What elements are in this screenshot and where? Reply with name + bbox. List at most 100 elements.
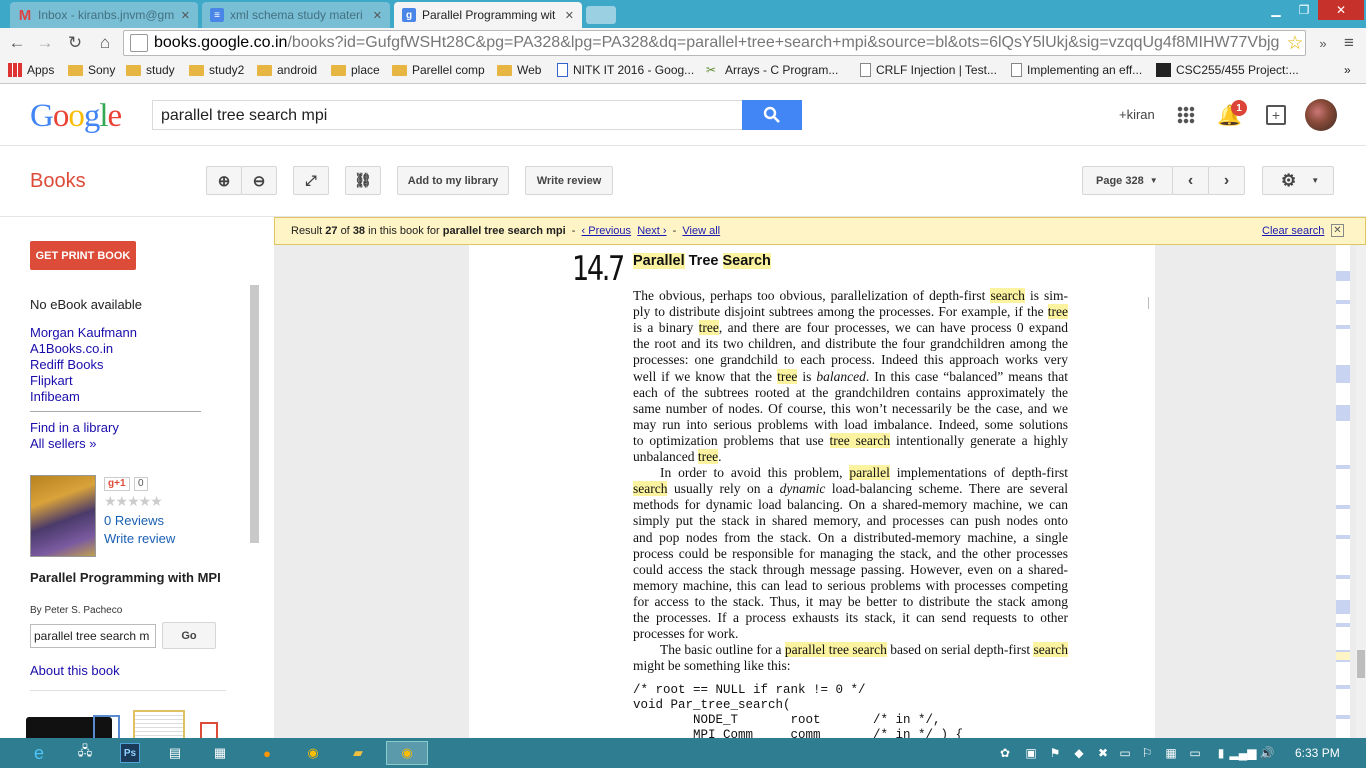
page-marker xyxy=(1336,325,1350,329)
view-all-link[interactable]: View all xyxy=(682,225,720,237)
next-result-link[interactable]: Next › xyxy=(637,225,666,237)
apps-grid-icon[interactable] xyxy=(1177,106,1195,124)
book-cover-thumbnail[interactable] xyxy=(30,475,96,557)
search-button[interactable] xyxy=(742,100,802,130)
home-icon[interactable]: ⌂ xyxy=(94,32,116,54)
add-to-library-button[interactable]: Add to my library xyxy=(397,166,509,195)
reviews-link[interactable]: 0 Reviews xyxy=(104,513,164,529)
text-segment: is sim- xyxy=(1024,288,1068,303)
chrome-active-icon[interactable]: ◉ xyxy=(386,741,428,765)
tab-parallel-programming[interactable]: g Parallel Programming wit ✕ xyxy=(394,2,582,28)
page-select-dropdown[interactable]: Page 328 ▼ xyxy=(1082,166,1173,195)
zoom-out-button[interactable]: ⊖ xyxy=(241,166,277,195)
avatar[interactable] xyxy=(1305,99,1337,131)
zoom-in-button[interactable]: ⊕ xyxy=(206,166,242,195)
firefox-icon[interactable]: ● xyxy=(252,741,282,765)
menu-icon[interactable]: ≡ xyxy=(1338,32,1360,54)
related-book-thumbnail[interactable] xyxy=(133,710,185,738)
close-window-icon[interactable]: ✕ xyxy=(1318,0,1364,20)
search-input[interactable]: parallel tree search mpi xyxy=(152,100,743,130)
bookmark-folder-android[interactable]: android xyxy=(257,63,317,77)
seller-link[interactable]: A1Books.co.in xyxy=(30,341,137,357)
go-button[interactable]: Go xyxy=(162,622,216,649)
text-segment: . In this case “balanced” means that xyxy=(865,368,1068,384)
photoshop-icon[interactable]: Ps xyxy=(120,743,140,763)
forward-arrow-icon[interactable]: → xyxy=(34,32,56,54)
more-bookmarks-chevron-icon[interactable]: » xyxy=(1344,63,1351,77)
bookmark-folder-parellel-comp[interactable]: Parellel comp xyxy=(392,63,485,77)
bookmark-csc255[interactable]: CSC255/455 Project:... xyxy=(1156,63,1299,77)
tab-docs[interactable]: ≡ xml schema study materi ✕ xyxy=(202,2,390,28)
bookmark-folder-sony[interactable]: Sony xyxy=(68,63,115,77)
google-logo[interactable]: Google xyxy=(30,98,122,135)
search-in-book-input[interactable]: parallel tree search m xyxy=(30,624,156,648)
bookmark-folder-web[interactable]: Web xyxy=(497,63,541,77)
previous-result-link[interactable]: ‹ Previous xyxy=(582,225,632,237)
stats-app-icon[interactable]: ▤ xyxy=(160,741,190,765)
bookmark-folder-study2[interactable]: study2 xyxy=(189,63,244,77)
new-tab-button[interactable] xyxy=(586,6,616,24)
bookmark-folder-place[interactable]: place xyxy=(331,63,380,77)
fullscreen-button[interactable]: ⤢ xyxy=(293,166,329,195)
close-icon[interactable]: ✕ xyxy=(1331,224,1344,237)
tab-title: Parallel Programming wit xyxy=(422,8,556,22)
settings-button[interactable]: ⚙ ▼ xyxy=(1262,166,1334,195)
page-text-line: processes: one grandchild to each proces… xyxy=(633,352,1068,368)
text-segment: to optimization problems that use xyxy=(633,432,830,448)
about-this-book-link[interactable]: About this book xyxy=(30,663,120,679)
books-title[interactable]: Books xyxy=(30,170,86,193)
chrome-icon[interactable]: ◉ xyxy=(298,741,328,765)
text-segment: unbalanced xyxy=(633,449,698,464)
gplus-button[interactable]: g+1 xyxy=(104,477,130,491)
write-review-button[interactable]: Write review xyxy=(525,166,613,195)
seller-link[interactable]: Rediff Books xyxy=(30,357,137,373)
back-arrow-icon[interactable]: ← xyxy=(6,32,28,54)
related-book-thumbnail[interactable] xyxy=(200,722,218,738)
close-tab-icon[interactable]: ✕ xyxy=(565,9,574,22)
bookmark-implementing[interactable]: Implementing an eff... xyxy=(1011,63,1142,77)
page-text-line: well if we know that the tree is balance… xyxy=(633,368,1068,385)
bookmark-nitk[interactable]: NITK IT 2016 - Goog... xyxy=(557,63,694,77)
file-explorer-icon[interactable]: ▰ xyxy=(343,741,373,765)
text-segment: is a binary xyxy=(633,320,699,336)
bookmark-folder-study[interactable]: study xyxy=(126,63,175,77)
restore-icon[interactable]: ❐ xyxy=(1290,0,1318,20)
office-icon[interactable]: ▦ xyxy=(205,741,235,765)
seller-link[interactable]: Infibeam xyxy=(30,389,137,405)
close-tab-icon[interactable]: ✕ xyxy=(373,9,382,22)
minimize-icon[interactable]: ▁ xyxy=(1262,0,1290,20)
search-result-bar: Result 27 of 38 in this book for paralle… xyxy=(274,217,1366,245)
address-bar[interactable]: books.google.co.in/books?id=GufgfWSHt28C… xyxy=(123,30,1306,56)
next-page-button[interactable]: › xyxy=(1208,166,1245,195)
extensions-chevron-icon[interactable]: » xyxy=(1312,32,1334,54)
main-scroll-thumb[interactable] xyxy=(1357,650,1365,678)
clear-search-link[interactable]: Clear search xyxy=(1262,225,1324,237)
volume-icon[interactable]: 🔊 xyxy=(1252,741,1282,765)
user-plus-link[interactable]: +kiran xyxy=(1119,107,1155,122)
get-print-book-button[interactable]: GET PRINT BOOK xyxy=(30,241,136,270)
write-review-link[interactable]: Write review xyxy=(104,531,175,547)
all-sellers-link[interactable]: All sellers » xyxy=(30,436,119,452)
reload-icon[interactable]: ↻ xyxy=(64,32,86,54)
find-in-library-link[interactable]: Find in a library xyxy=(30,420,119,436)
page-icon xyxy=(860,63,871,77)
share-plus-icon[interactable]: + xyxy=(1266,105,1286,125)
seller-link[interactable]: Flipkart xyxy=(30,373,137,389)
bookmark-arrays[interactable]: ✂ Arrays - C Program... xyxy=(706,63,838,77)
clock-time[interactable]: 6:33 PM xyxy=(1295,746,1340,760)
previous-page-button[interactable]: ‹ xyxy=(1172,166,1209,195)
bookmark-apps[interactable]: Apps xyxy=(8,63,54,77)
close-tab-icon[interactable]: ✕ xyxy=(181,9,190,22)
sidebar-scroll-thumb[interactable] xyxy=(250,285,259,543)
bookmark-star-icon[interactable]: ☆ xyxy=(1284,32,1306,54)
related-book-thumbnail[interactable] xyxy=(93,715,120,738)
ie-icon[interactable]: e xyxy=(24,741,54,765)
bookmark-crlf[interactable]: CRLF Injection | Test... xyxy=(860,63,997,77)
page-text-line: the processes. If a process exhausts its… xyxy=(633,610,1068,626)
network-app-icon[interactable]: 🖧 xyxy=(70,741,100,765)
link-button[interactable]: ⛓ xyxy=(345,166,381,195)
seller-link[interactable]: Morgan Kaufmann xyxy=(30,325,137,341)
tab-gmail[interactable]: M Inbox - kiranbs.jnvm@gm ✕ xyxy=(10,2,198,28)
main-scrollbar[interactable] xyxy=(1356,245,1366,738)
page-overview-strip[interactable] xyxy=(1336,245,1350,738)
